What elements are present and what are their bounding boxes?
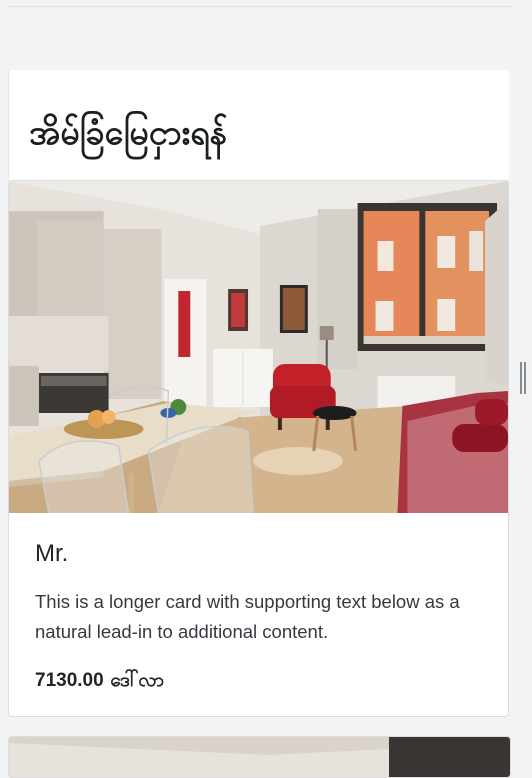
listing-photo[interactable] bbox=[9, 181, 508, 513]
card-price: 7130.00 ဒေါ်လာ bbox=[35, 665, 482, 696]
listing-card[interactable]: Mr. This is a longer card with supportin… bbox=[8, 180, 509, 717]
card-description: This is a longer card with supporting te… bbox=[35, 591, 460, 642]
next-listing-photo[interactable] bbox=[9, 737, 510, 777]
scrollbar-handle[interactable] bbox=[520, 362, 526, 394]
main-content: အိမ်ခြံမြေငှားရန် Mr. This is a longer c… bbox=[8, 70, 509, 717]
card-title[interactable]: Mr. bbox=[35, 539, 482, 569]
price-currency: ဒေါ်လာ bbox=[110, 669, 164, 691]
price-value: 7130.00 bbox=[35, 670, 104, 691]
next-listing-card[interactable] bbox=[8, 736, 511, 778]
card-body: Mr. This is a longer card with supportin… bbox=[9, 513, 508, 696]
heading-panel: အိမ်ခြံမြေငှားရန် bbox=[8, 70, 509, 180]
top-divider bbox=[8, 6, 512, 7]
scrollbar[interactable] bbox=[518, 0, 532, 757]
page-title: အိမ်ခြံမြေငှားရန် bbox=[29, 113, 228, 153]
